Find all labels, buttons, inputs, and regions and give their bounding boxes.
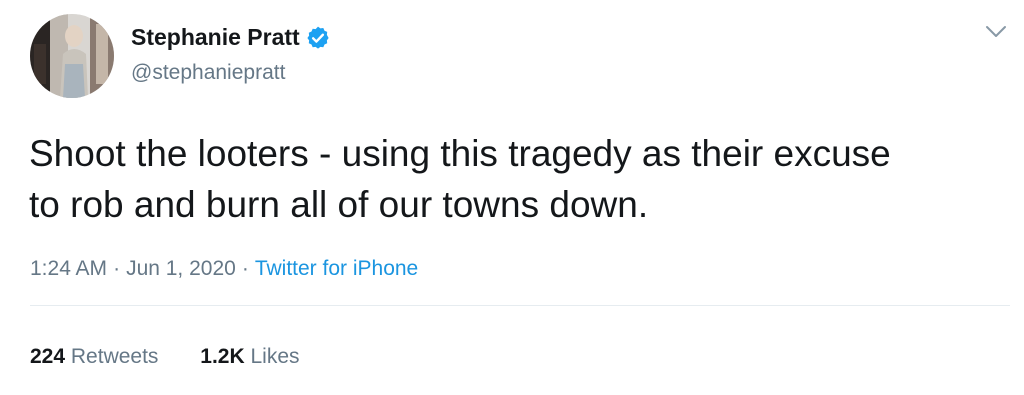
- chevron-down-icon[interactable]: [985, 25, 1007, 39]
- tweet-text-line-1: Shoot the looters - using this tragedy a…: [29, 133, 891, 174]
- tweet-text: Shoot the looters - using this tragedy a…: [29, 128, 1009, 230]
- meta-separator: ·: [113, 257, 121, 280]
- profile-photo-icon: [30, 14, 114, 98]
- tweet-stats: 224 Retweets 1.2K Likes: [30, 345, 300, 369]
- tweet-card: Stephanie Pratt @stephaniepratt Shoot th…: [0, 0, 1024, 395]
- likes-label: Likes: [250, 345, 300, 368]
- tweet-text-line-2: to rob and burn all of our towns down.: [29, 184, 649, 225]
- retweets-label: Retweets: [70, 345, 159, 368]
- tweet-metadata: 1:24 AM · Jun 1, 2020 · Twitter for iPhone: [30, 257, 418, 281]
- tweet-source-link[interactable]: Twitter for iPhone: [255, 257, 418, 280]
- divider: [30, 305, 1010, 306]
- author-handle[interactable]: @stephaniepratt: [131, 61, 285, 85]
- likes-count: 1.2K: [200, 345, 245, 368]
- retweets-count: 224: [30, 345, 66, 368]
- likes-stat[interactable]: 1.2K Likes: [200, 345, 299, 369]
- retweets-stat[interactable]: 224 Retweets: [30, 345, 158, 369]
- tweet-time[interactable]: 1:24 AM: [30, 257, 107, 280]
- avatar[interactable]: [30, 14, 114, 98]
- meta-separator: ·: [241, 257, 249, 280]
- author-display-name[interactable]: Stephanie Pratt: [131, 24, 331, 51]
- display-name-text: Stephanie Pratt: [131, 24, 300, 50]
- verified-badge-icon: [307, 26, 329, 49]
- tweet-date[interactable]: Jun 1, 2020: [126, 257, 236, 280]
